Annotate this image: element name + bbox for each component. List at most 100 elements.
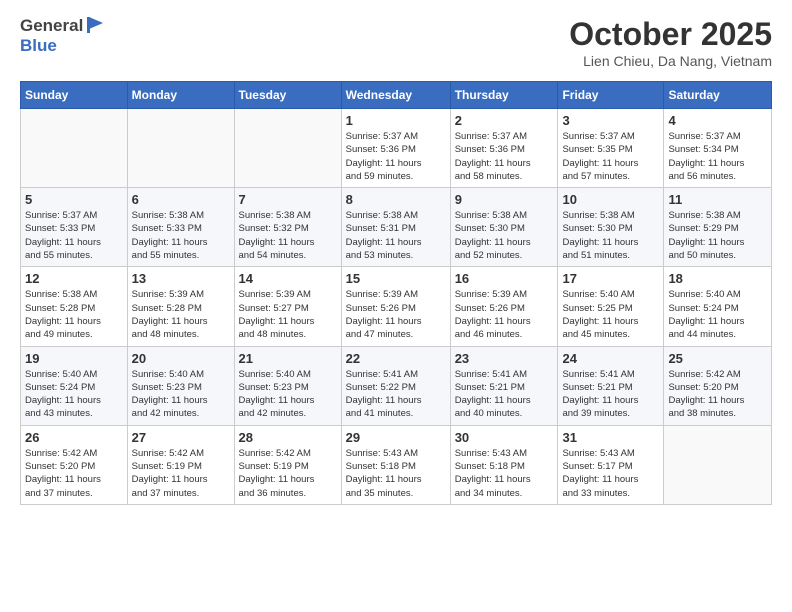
calendar-cell: 6Sunrise: 5:38 AM Sunset: 5:33 PM Daylig… bbox=[127, 188, 234, 267]
logo-blue: Blue bbox=[20, 36, 57, 56]
day-info: Sunrise: 5:38 AM Sunset: 5:30 PM Dayligh… bbox=[455, 209, 554, 262]
day-number: 14 bbox=[239, 271, 337, 286]
logo: General Blue bbox=[20, 16, 105, 56]
day-number: 27 bbox=[132, 430, 230, 445]
day-info: Sunrise: 5:38 AM Sunset: 5:32 PM Dayligh… bbox=[239, 209, 337, 262]
day-number: 13 bbox=[132, 271, 230, 286]
calendar-cell: 17Sunrise: 5:40 AM Sunset: 5:25 PM Dayli… bbox=[558, 267, 664, 346]
day-info: Sunrise: 5:39 AM Sunset: 5:27 PM Dayligh… bbox=[239, 288, 337, 341]
calendar-cell: 19 Sunrise: 5:40 AM Sunset: 5:24 PM Dayli… bbox=[21, 346, 128, 425]
day-number: 19 bbox=[25, 351, 123, 366]
day-number: 10 bbox=[562, 192, 659, 207]
day-info: Sunrise: 5:43 AM Sunset: 5:18 PM Dayligh… bbox=[455, 447, 554, 500]
day-info: Sunrise: 5:40 AM Sunset: 5:23 PM Dayligh… bbox=[132, 368, 230, 421]
calendar-cell: 8Sunrise: 5:38 AM Sunset: 5:31 PM Daylig… bbox=[341, 188, 450, 267]
day-info: Sunrise: 5:42 AM Sunset: 5:19 PM Dayligh… bbox=[132, 447, 230, 500]
title-section: October 2025 Lien Chieu, Da Nang, Vietna… bbox=[569, 16, 772, 69]
day-number: 3 bbox=[562, 113, 659, 128]
day-number: 26 bbox=[25, 430, 123, 445]
day-info: Sunrise: 5:38 AM Sunset: 5:30 PM Dayligh… bbox=[562, 209, 659, 262]
header-friday: Friday bbox=[558, 82, 664, 109]
calendar-week-1: 1 Sunrise: 5:37 AM Sunset: 5:36 PM Daylig… bbox=[21, 109, 772, 188]
day-info: Sunrise: 5:43 AM Sunset: 5:18 PM Dayligh… bbox=[346, 447, 446, 500]
logo-flag-icon bbox=[85, 15, 105, 35]
day-number: 22 bbox=[346, 351, 446, 366]
month-title: October 2025 bbox=[569, 16, 772, 53]
day-number: 21 bbox=[239, 351, 337, 366]
calendar-cell bbox=[234, 109, 341, 188]
day-number: 29 bbox=[346, 430, 446, 445]
header-tuesday: Tuesday bbox=[234, 82, 341, 109]
calendar-cell: 14 Sunrise: 5:39 AM Sunset: 5:27 PM Dayli… bbox=[234, 267, 341, 346]
day-info: Sunrise: 5:43 AM Sunset: 5:17 PM Dayligh… bbox=[562, 447, 659, 500]
location-label: Lien Chieu, Da Nang, Vietnam bbox=[569, 53, 772, 69]
calendar-cell: 3 Sunrise: 5:37 AM Sunset: 5:35 PM Daylig… bbox=[558, 109, 664, 188]
calendar-cell bbox=[127, 109, 234, 188]
day-number: 25 bbox=[668, 351, 767, 366]
calendar-cell: 25 Sunrise: 5:42 AM Sunset: 5:20 PM Dayli… bbox=[664, 346, 772, 425]
day-number: 17 bbox=[562, 271, 659, 286]
calendar-week-2: 5Sunrise: 5:37 AM Sunset: 5:33 PM Daylig… bbox=[21, 188, 772, 267]
calendar-cell bbox=[21, 109, 128, 188]
day-info: Sunrise: 5:41 AM Sunset: 5:21 PM Dayligh… bbox=[562, 368, 659, 421]
calendar-cell: 10 Sunrise: 5:38 AM Sunset: 5:30 PM Dayli… bbox=[558, 188, 664, 267]
calendar-cell: 12 Sunrise: 5:38 AM Sunset: 5:28 PM Dayli… bbox=[21, 267, 128, 346]
calendar-cell: 18Sunrise: 5:40 AM Sunset: 5:24 PM Dayli… bbox=[664, 267, 772, 346]
calendar-cell bbox=[664, 425, 772, 504]
day-number: 1 bbox=[346, 113, 446, 128]
page-header: General Blue October 2025 Lien Chieu, Da… bbox=[20, 16, 772, 69]
day-number: 12 bbox=[25, 271, 123, 286]
calendar-cell: 4Sunrise: 5:37 AM Sunset: 5:34 PM Daylig… bbox=[664, 109, 772, 188]
day-info: Sunrise: 5:37 AM Sunset: 5:35 PM Dayligh… bbox=[562, 130, 659, 183]
day-info: Sunrise: 5:37 AM Sunset: 5:36 PM Dayligh… bbox=[346, 130, 446, 183]
calendar-page: General Blue October 2025 Lien Chieu, Da… bbox=[0, 0, 792, 521]
day-info: Sunrise: 5:38 AM Sunset: 5:33 PM Dayligh… bbox=[132, 209, 230, 262]
logo-general: General bbox=[20, 16, 83, 36]
day-number: 30 bbox=[455, 430, 554, 445]
calendar-cell: 2 Sunrise: 5:37 AM Sunset: 5:36 PM Daylig… bbox=[450, 109, 558, 188]
calendar-cell: 23Sunrise: 5:41 AM Sunset: 5:21 PM Dayli… bbox=[450, 346, 558, 425]
day-info: Sunrise: 5:40 AM Sunset: 5:23 PM Dayligh… bbox=[239, 368, 337, 421]
calendar-cell: 20 Sunrise: 5:40 AM Sunset: 5:23 PM Dayli… bbox=[127, 346, 234, 425]
day-info: Sunrise: 5:37 AM Sunset: 5:34 PM Dayligh… bbox=[668, 130, 767, 183]
weekday-header-row: Sunday Monday Tuesday Wednesday Thursday… bbox=[21, 82, 772, 109]
calendar-cell: 1 Sunrise: 5:37 AM Sunset: 5:36 PM Daylig… bbox=[341, 109, 450, 188]
day-number: 16 bbox=[455, 271, 554, 286]
header-sunday: Sunday bbox=[21, 82, 128, 109]
day-info: Sunrise: 5:40 AM Sunset: 5:24 PM Dayligh… bbox=[25, 368, 123, 421]
day-info: Sunrise: 5:42 AM Sunset: 5:20 PM Dayligh… bbox=[668, 368, 767, 421]
calendar-cell: 5Sunrise: 5:37 AM Sunset: 5:33 PM Daylig… bbox=[21, 188, 128, 267]
day-number: 2 bbox=[455, 113, 554, 128]
calendar-week-4: 19 Sunrise: 5:40 AM Sunset: 5:24 PM Dayli… bbox=[21, 346, 772, 425]
day-number: 9 bbox=[455, 192, 554, 207]
calendar-cell: 13 Sunrise: 5:39 AM Sunset: 5:28 PM Dayli… bbox=[127, 267, 234, 346]
calendar-week-5: 26 Sunrise: 5:42 AM Sunset: 5:20 PM Dayli… bbox=[21, 425, 772, 504]
day-info: Sunrise: 5:37 AM Sunset: 5:33 PM Dayligh… bbox=[25, 209, 123, 262]
calendar-cell: 15Sunrise: 5:39 AM Sunset: 5:26 PM Dayli… bbox=[341, 267, 450, 346]
calendar-cell: 22Sunrise: 5:41 AM Sunset: 5:22 PM Dayli… bbox=[341, 346, 450, 425]
day-number: 20 bbox=[132, 351, 230, 366]
day-info: Sunrise: 5:42 AM Sunset: 5:20 PM Dayligh… bbox=[25, 447, 123, 500]
day-number: 23 bbox=[455, 351, 554, 366]
day-info: Sunrise: 5:38 AM Sunset: 5:28 PM Dayligh… bbox=[25, 288, 123, 341]
calendar-cell: 29 Sunrise: 5:43 AM Sunset: 5:18 PM Dayli… bbox=[341, 425, 450, 504]
calendar-cell: 26 Sunrise: 5:42 AM Sunset: 5:20 PM Dayli… bbox=[21, 425, 128, 504]
day-info: Sunrise: 5:37 AM Sunset: 5:36 PM Dayligh… bbox=[455, 130, 554, 183]
calendar-cell: 28 Sunrise: 5:42 AM Sunset: 5:19 PM Dayli… bbox=[234, 425, 341, 504]
calendar-cell: 7 Sunrise: 5:38 AM Sunset: 5:32 PM Daylig… bbox=[234, 188, 341, 267]
calendar-week-3: 12 Sunrise: 5:38 AM Sunset: 5:28 PM Dayli… bbox=[21, 267, 772, 346]
day-info: Sunrise: 5:42 AM Sunset: 5:19 PM Dayligh… bbox=[239, 447, 337, 500]
day-info: Sunrise: 5:40 AM Sunset: 5:24 PM Dayligh… bbox=[668, 288, 767, 341]
day-number: 28 bbox=[239, 430, 337, 445]
day-info: Sunrise: 5:39 AM Sunset: 5:28 PM Dayligh… bbox=[132, 288, 230, 341]
calendar-cell: 24Sunrise: 5:41 AM Sunset: 5:21 PM Dayli… bbox=[558, 346, 664, 425]
day-number: 7 bbox=[239, 192, 337, 207]
calendar-cell: 21 Sunrise: 5:40 AM Sunset: 5:23 PM Dayli… bbox=[234, 346, 341, 425]
day-number: 15 bbox=[346, 271, 446, 286]
header-thursday: Thursday bbox=[450, 82, 558, 109]
calendar-cell: 16Sunrise: 5:39 AM Sunset: 5:26 PM Dayli… bbox=[450, 267, 558, 346]
calendar-cell: 9 Sunrise: 5:38 AM Sunset: 5:30 PM Daylig… bbox=[450, 188, 558, 267]
day-info: Sunrise: 5:38 AM Sunset: 5:31 PM Dayligh… bbox=[346, 209, 446, 262]
day-info: Sunrise: 5:38 AM Sunset: 5:29 PM Dayligh… bbox=[668, 209, 767, 262]
header-wednesday: Wednesday bbox=[341, 82, 450, 109]
